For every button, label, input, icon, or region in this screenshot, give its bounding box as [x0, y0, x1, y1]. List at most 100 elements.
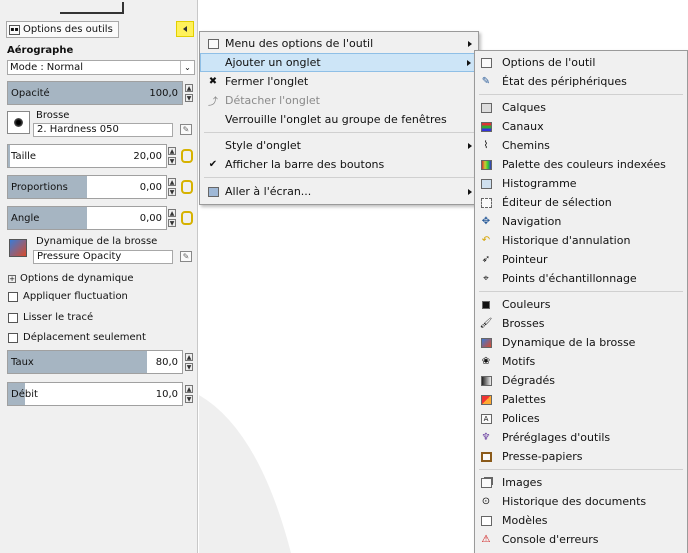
dynamics-options-expander[interactable]: Options de dynamique — [20, 273, 134, 284]
colors-icon — [479, 298, 493, 311]
edit-dynamics-icon[interactable]: ✎ — [180, 251, 192, 262]
menu-item-layers[interactable]: Calques — [475, 98, 687, 117]
menu-item-error-console[interactable]: ⚠ Console d'erreurs — [475, 530, 687, 549]
tab-tool-options[interactable]: ▪▪ Options des outils — [6, 21, 119, 38]
brush-name-field[interactable]: 2. Hardness 050 — [33, 123, 173, 137]
menu-item-label: Brosses — [502, 317, 545, 330]
menu-separator — [204, 177, 474, 178]
channels-icon — [479, 120, 493, 133]
menu-item-label: Menu des options de l'outil — [225, 37, 374, 50]
angle-spin-buttons[interactable]: ▲ ▼ — [168, 209, 176, 227]
rate-slider[interactable]: Taux 80,0 — [7, 350, 183, 374]
menu-item-colormap[interactable]: Palette des couleurs indexées — [475, 155, 687, 174]
menu-item-sample-points[interactable]: ⌖ Points d'échantillonnage — [475, 269, 687, 288]
menu-item-label: Préréglages d'outils — [502, 431, 611, 444]
angle-slider[interactable]: Angle 0,00 — [7, 206, 167, 230]
menu-item-patterns[interactable]: ❀ Motifs — [475, 352, 687, 371]
menu-item-tool-options[interactable]: Options de l'outil — [475, 53, 687, 72]
apply-jitter-checkbox[interactable] — [8, 292, 18, 302]
tab-menu-button[interactable] — [176, 21, 194, 37]
menu-item-add-tab[interactable]: Ajouter un onglet — [200, 53, 478, 72]
menu-item-close-tab[interactable]: ✖ Fermer l'onglet — [200, 72, 478, 91]
dynamics-preview-icon[interactable] — [9, 239, 27, 257]
menu-item-label: Modèles — [502, 514, 548, 527]
menu-item-navigation[interactable]: ✥ Navigation — [475, 212, 687, 231]
menu-item-undo-history[interactable]: ↶ Historique d'annulation — [475, 231, 687, 250]
menu-separator — [479, 94, 683, 95]
menu-item-templates[interactable]: Modèles — [475, 511, 687, 530]
colormap-icon — [479, 158, 493, 171]
templates-icon — [479, 514, 493, 527]
menu-item-colors[interactable]: Couleurs — [475, 295, 687, 314]
menu-item-label: Palette des couleurs indexées — [502, 158, 666, 171]
opacity-label: Opacité — [11, 88, 50, 99]
menu-item-label: Afficher la barre des boutons — [225, 158, 385, 171]
menu-item-lock-tab[interactable]: Verrouille l'onglet au groupe de fenêtre… — [200, 110, 478, 129]
menu-item-label: Palettes — [502, 393, 546, 406]
menu-item-document-history[interactable]: ⊙ Historique des documents — [475, 492, 687, 511]
reset-aspect-icon[interactable] — [181, 180, 193, 194]
move-only-checkbox[interactable] — [8, 333, 18, 343]
menu-item-palettes[interactable]: Palettes — [475, 390, 687, 409]
expand-plus-icon[interactable]: + — [8, 275, 16, 283]
edit-brush-icon[interactable]: ✎ — [180, 124, 192, 135]
rate-value: 80,0 — [155, 357, 178, 368]
tab-label: Options des outils — [23, 24, 113, 35]
document-history-icon: ⊙ — [481, 496, 491, 507]
menu-item-label: Polices — [502, 412, 540, 425]
menu-item-label: Aller à l'écran... — [225, 185, 312, 198]
tool-options-icon — [206, 37, 220, 50]
menu-item-label: Éditeur de sélection — [502, 196, 612, 209]
menu-item-show-button-bar[interactable]: ✔ Afficher la barre des boutons — [200, 155, 478, 174]
opacity-spin-buttons[interactable]: ▲ ▼ — [185, 84, 193, 102]
menu-item-label: État des périphériques — [502, 75, 627, 88]
menu-item-buffers[interactable]: Presse-papiers — [475, 447, 687, 466]
brush-preview[interactable] — [7, 111, 30, 134]
menu-item-paths[interactable]: ⌇ Chemins — [475, 136, 687, 155]
sample-points-icon: ⌖ — [483, 273, 489, 284]
mode-value: Normal — [46, 62, 83, 73]
tool-options-icon — [479, 56, 493, 69]
flow-spin-buttons[interactable]: ▲ ▼ — [185, 385, 193, 403]
menu-item-label: Calques — [502, 101, 546, 114]
reset-angle-icon[interactable] — [181, 211, 193, 225]
mode-select[interactable]: Mode : Normal ⌄ — [7, 60, 195, 75]
dynamics-name-field[interactable]: Pressure Opacity — [33, 250, 173, 264]
menu-item-tool-presets[interactable]: ♆ Préréglages d'outils — [475, 428, 687, 447]
warning-icon: ⚠ — [481, 534, 491, 545]
menu-item-label: Points d'échantillonnage — [502, 272, 637, 285]
menu-item-gradients[interactable]: Dégradés — [475, 371, 687, 390]
menu-item-detach-tab[interactable]: ⤴ Détacher l'onglet — [200, 91, 478, 110]
images-icon — [479, 476, 493, 489]
reset-size-icon[interactable] — [181, 149, 193, 163]
flow-slider[interactable]: Débit 10,0 — [7, 382, 183, 406]
opacity-slider[interactable]: Opacité 100,0 — [7, 81, 183, 105]
paths-icon: ⌇ — [483, 140, 489, 151]
smooth-stroke-checkbox[interactable] — [8, 313, 18, 323]
menu-item-channels[interactable]: Canaux — [475, 117, 687, 136]
menu-item-label: Style d'onglet — [225, 139, 301, 152]
menu-item-paint-dynamics[interactable]: Dynamique de la brosse — [475, 333, 687, 352]
size-spin-buttons[interactable]: ▲ ▼ — [168, 147, 176, 165]
menu-item-brushes[interactable]: 🖌 Brosses — [475, 314, 687, 333]
menu-item-tab-style[interactable]: Style d'onglet — [200, 136, 478, 155]
aspect-label: Proportions — [11, 182, 68, 193]
menu-item-device-status[interactable]: ✎ État des périphériques — [475, 72, 687, 91]
paint-dynamics-icon — [479, 336, 493, 349]
size-slider[interactable]: Taille 20,00 — [7, 144, 167, 168]
menu-item-tool-options-menu[interactable]: Menu des options de l'outil — [200, 34, 478, 53]
menu-item-move-to-screen[interactable]: Aller à l'écran... — [200, 182, 478, 201]
navigation-icon: ✥ — [481, 216, 491, 227]
menu-item-histogram[interactable]: Histogramme — [475, 174, 687, 193]
aspect-slider[interactable]: Proportions 0,00 — [7, 175, 167, 199]
undo-history-icon: ↶ — [481, 235, 491, 246]
submenu-arrow-icon — [468, 188, 472, 195]
rate-spin-buttons[interactable]: ▲ ▼ — [185, 353, 193, 371]
aspect-value: 0,00 — [139, 182, 162, 193]
menu-item-fonts[interactable]: A Polices — [475, 409, 687, 428]
menu-item-images[interactable]: Images — [475, 473, 687, 492]
aspect-spin-buttons[interactable]: ▲ ▼ — [168, 178, 176, 196]
gradients-icon — [479, 374, 493, 387]
menu-item-selection-editor[interactable]: Éditeur de sélection — [475, 193, 687, 212]
menu-item-pointer[interactable]: ➶ Pointeur — [475, 250, 687, 269]
